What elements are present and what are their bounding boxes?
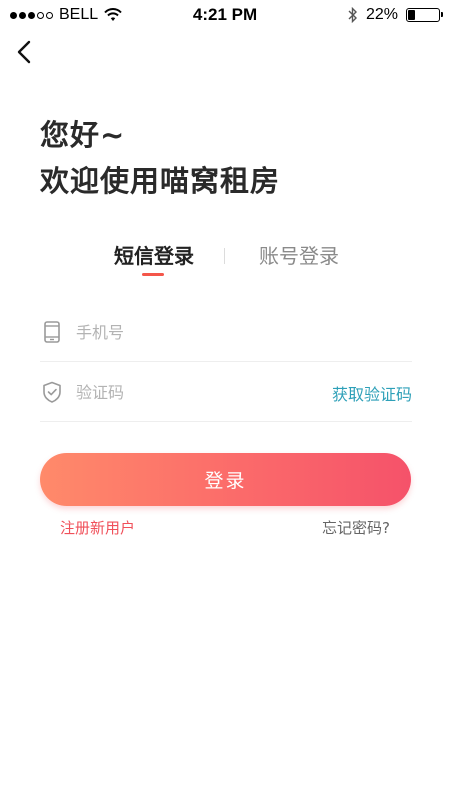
chevron-left-icon [17, 40, 31, 64]
verification-code-input[interactable] [76, 376, 336, 408]
battery-fill [408, 10, 416, 20]
tab-divider [224, 248, 225, 264]
login-button[interactable]: 登录 [40, 453, 411, 506]
login-screen: BELL 4:21 PM 22% 您好~ 欢迎使用喵窝租房 短信登录 账号登录 … [0, 0, 450, 800]
greeting-hello: 您好~ [40, 118, 126, 152]
login-tabs: 短信登录 账号登录 [0, 240, 450, 280]
phone-field [40, 302, 412, 362]
get-code-button[interactable]: 获取验证码 [332, 381, 412, 405]
battery-percent: 22% [365, 6, 398, 23]
phone-icon [44, 321, 60, 343]
phone-input[interactable] [76, 316, 336, 348]
tab-sms-login[interactable]: 短信登录 [114, 240, 194, 269]
greeting-welcome: 欢迎使用喵窝租房 [40, 164, 281, 198]
verification-code-field: 获取验证码 [40, 362, 412, 422]
tab-account-login[interactable]: 账号登录 [259, 240, 339, 269]
greeting: 您好~ 欢迎使用喵窝租房 [40, 112, 280, 204]
forgot-password-link[interactable]: 忘记密码? [322, 517, 390, 538]
battery-icon [406, 8, 443, 22]
shield-check-icon [43, 381, 61, 403]
register-link[interactable]: 注册新用户 [60, 517, 135, 538]
active-tab-indicator [142, 273, 164, 276]
status-bar: BELL 4:21 PM 22% [0, 0, 450, 30]
status-right: 22% [348, 6, 443, 24]
back-button[interactable] [8, 36, 40, 68]
bluetooth-icon [348, 7, 357, 23]
